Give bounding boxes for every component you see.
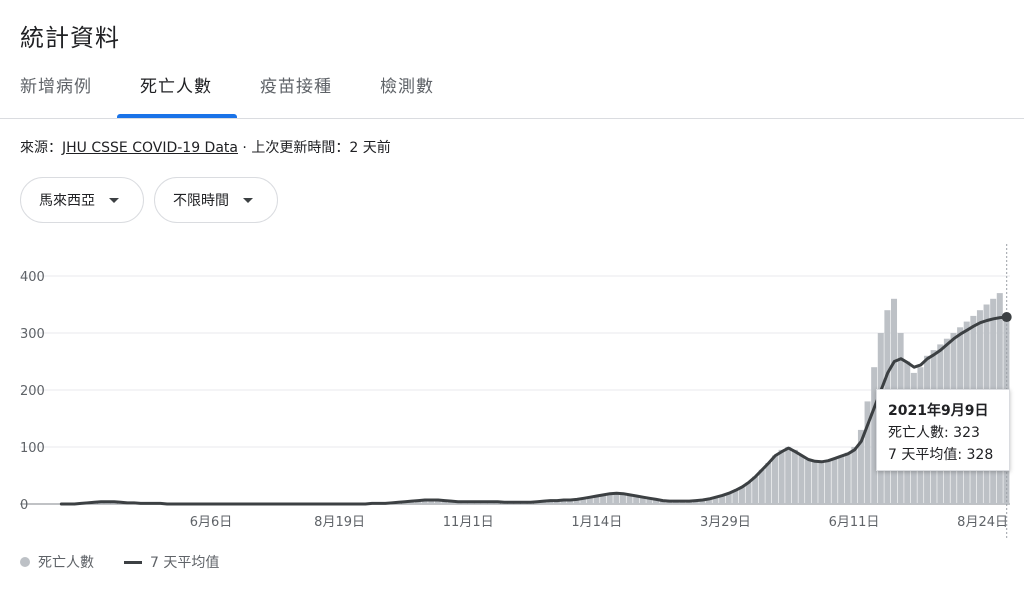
bar <box>752 476 759 504</box>
bar <box>772 455 779 504</box>
bar <box>758 469 765 504</box>
bar <box>785 447 792 504</box>
tab-vaccinations[interactable]: 疫苗接種 <box>260 72 332 118</box>
tab-tests[interactable]: 檢測數 <box>380 72 434 118</box>
bar <box>811 461 818 504</box>
x-tick-label: 6月6日 <box>190 515 233 530</box>
source-prefix: 來源： <box>20 140 62 156</box>
y-tick-label: 400 <box>20 270 45 285</box>
tooltip-average: 7 天平均值: 328 <box>888 447 994 463</box>
x-tick-label: 8月24日 <box>957 515 1008 530</box>
page-title: 統計資料 <box>20 24 120 52</box>
y-tick-label: 0 <box>20 498 28 513</box>
bar <box>851 447 858 504</box>
legend-bars-label: 死亡人數 <box>38 555 94 571</box>
time-range-dropdown[interactable]: 不限時間 <box>154 177 278 223</box>
update-time: · 上次更新時間：2 天前 <box>237 140 391 156</box>
y-tick-label: 100 <box>20 441 45 456</box>
tab-bar: 新增病例 死亡人數 疫苗接種 檢測數 <box>0 60 1024 119</box>
tab-new-cases[interactable]: 新增病例 <box>20 72 92 118</box>
caret-down-icon <box>109 197 119 203</box>
bar <box>824 460 831 504</box>
bar <box>805 459 812 504</box>
deaths-chart[interactable]: 0 100 200 300 400 6月6日 8月19日 11月1日 1月14日 3月29日 6月1… <box>0 240 1024 540</box>
bar <box>798 455 805 504</box>
bar <box>838 455 845 504</box>
caret-down-icon <box>243 197 253 203</box>
bar <box>765 462 772 504</box>
source-line: 來源：JHU CSSE COVID-19 Data · 上次更新時間：2 天前 <box>20 137 391 157</box>
region-value: 馬來西亞 <box>39 193 95 209</box>
tooltip-deaths: 死亡人數: 323 <box>888 425 980 441</box>
source-link[interactable]: JHU CSSE COVID-19 Data <box>62 140 238 156</box>
x-tick-label: 6月11日 <box>829 515 880 530</box>
bar <box>778 449 785 504</box>
tab-deaths[interactable]: 死亡人數 <box>140 72 212 118</box>
x-tick-label: 3月29日 <box>700 515 751 530</box>
tooltip-date: 2021年9月9日 <box>888 403 989 419</box>
region-dropdown[interactable]: 馬來西亞 <box>20 177 144 223</box>
chart-tooltip: 2021年9月9日 死亡人數: 323 7 天平均值: 328 <box>876 389 1010 471</box>
x-tick-label: 1月14日 <box>571 515 622 530</box>
chart-legend: 死亡人數 7 天平均值 <box>20 552 219 572</box>
time-range-value: 不限時間 <box>173 193 229 209</box>
y-tick-label: 200 <box>20 384 45 399</box>
legend-bar-swatch <box>20 557 30 567</box>
hover-point <box>1001 312 1012 323</box>
active-tab-indicator <box>117 114 237 118</box>
legend-line-swatch <box>124 560 142 564</box>
bar <box>844 452 851 504</box>
x-tick-label: 11月1日 <box>443 515 494 530</box>
legend-line-label: 7 天平均值 <box>150 555 220 571</box>
bar <box>831 458 838 504</box>
y-tick-label: 300 <box>20 327 45 342</box>
bar <box>791 449 798 504</box>
x-tick-label: 8月19日 <box>314 515 365 530</box>
bar <box>818 461 825 504</box>
